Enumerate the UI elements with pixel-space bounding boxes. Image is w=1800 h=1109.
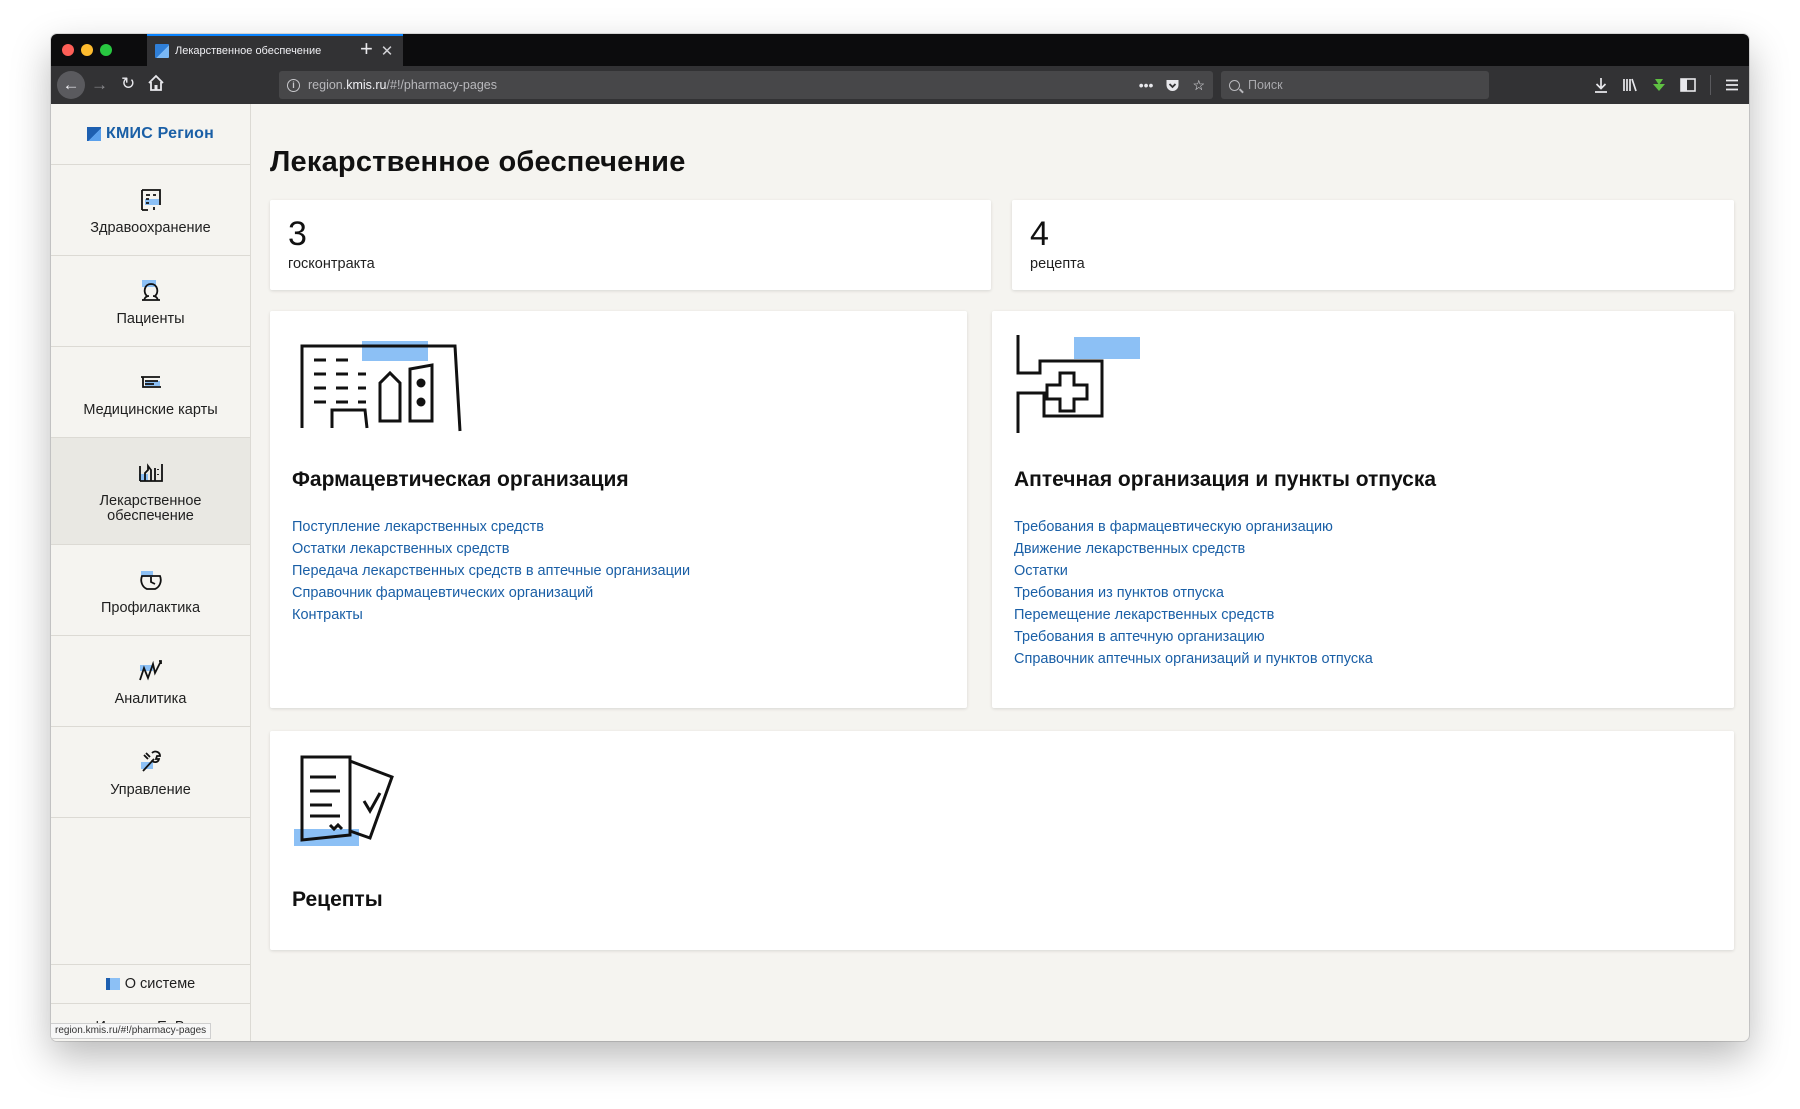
menu-icon[interactable] <box>1725 79 1739 91</box>
stat-card-contracts[interactable]: 3 госконтракта <box>270 200 991 290</box>
section-prescriptions[interactable]: Рецепты <box>270 731 1734 950</box>
management-icon <box>140 750 161 772</box>
browser-window: Лекарственное обеспечение ✕ + ← → ↻ i re… <box>51 34 1749 1041</box>
section-title: Фармацевтическая организация <box>292 468 629 491</box>
link-stock[interactable]: Остатки <box>1014 560 1712 582</box>
section-links: Поступление лекарственных средств Остатк… <box>292 516 945 626</box>
link-requests-to-pharmacy[interactable]: Требования в аптечную организацию <box>1014 626 1712 648</box>
sidebar-item-analytics[interactable]: Аналитика <box>51 636 250 727</box>
search-icon <box>1229 79 1240 91</box>
logo-mark-icon <box>87 127 102 141</box>
back-button[interactable]: ← <box>57 71 85 99</box>
section-title: Аптечная организация и пункты отпуска <box>1014 468 1437 491</box>
window-maximize-button[interactable] <box>100 44 112 56</box>
link-pharmacy-directory[interactable]: Справочник аптечных организаций и пункто… <box>1014 648 1712 670</box>
sidebar: КМИС Регион Здравоохранение Пациенты Мед… <box>51 104 251 1041</box>
link-drug-movement[interactable]: Движение лекарственных средств <box>1014 538 1712 560</box>
patients-icon <box>141 279 160 301</box>
section-pharma-org: Фармацевтическая организация Поступление… <box>270 311 967 708</box>
window-close-button[interactable] <box>62 44 74 56</box>
section-links: Требования в фармацевтическую организаци… <box>1014 516 1712 670</box>
site-info-icon[interactable]: i <box>287 78 300 92</box>
address-bar[interactable]: i region.kmis.ru/#!/pharmacy-pages ••• ☆ <box>279 71 1213 99</box>
search-bar[interactable]: Поиск <box>1221 71 1489 99</box>
stat-label: госконтракта <box>288 256 375 272</box>
pocket-icon[interactable] <box>1165 78 1180 93</box>
sidebar-item-medical-cards[interactable]: Медицинские карты <box>51 347 250 438</box>
tab-bar: Лекарственное обеспечение ✕ + <box>51 34 1749 66</box>
link-drug-transfer[interactable]: Передача лекарственных средств в аптечны… <box>292 560 945 582</box>
app-logo[interactable]: КМИС Регион <box>51 104 250 165</box>
link-requests-to-pharma[interactable]: Требования в фармацевтическую организаци… <box>1014 516 1712 538</box>
about-system-link[interactable]: О системе <box>51 964 250 1004</box>
prevention-icon <box>139 570 162 590</box>
sidebar-item-management[interactable]: Управление <box>51 727 250 818</box>
forward-button[interactable]: → <box>91 75 108 95</box>
prescriptions-icon <box>294 755 394 846</box>
healthcare-icon <box>140 188 161 211</box>
bookmark-star-icon[interactable]: ☆ <box>1192 77 1205 94</box>
toolbar-separator <box>1710 75 1711 95</box>
pharma-org-icon <box>300 341 462 432</box>
page-actions-icon[interactable]: ••• <box>1139 77 1154 93</box>
logo-text: КМИС Регион <box>106 125 214 142</box>
search-placeholder: Поиск <box>1248 78 1283 92</box>
stat-label: рецепта <box>1030 256 1085 272</box>
section-title: Рецепты <box>292 888 383 911</box>
pharmacy-icon <box>1016 335 1140 438</box>
stat-card-prescriptions[interactable]: 4 рецепта <box>1012 200 1734 290</box>
home-icon[interactable] <box>147 74 165 92</box>
link-pharma-directory[interactable]: Справочник фармацевтических организаций <box>292 582 945 604</box>
info-icon <box>105 978 120 990</box>
link-drug-relocation[interactable]: Перемещение лекарственных средств <box>1014 604 1712 626</box>
sidebar-item-healthcare[interactable]: Здравоохранение <box>51 165 250 256</box>
sidebar-item-prevention[interactable]: Профилактика <box>51 545 250 636</box>
sidebar-item-patients[interactable]: Пациенты <box>51 256 250 347</box>
sidebar-item-drug-supply[interactable]: Лекарственное обеспечение <box>51 438 250 545</box>
tab-close-icon[interactable]: ✕ <box>379 42 395 60</box>
main-content: Лекарственное обеспечение 3 госконтракта… <box>252 104 1749 1041</box>
favicon-icon <box>155 44 169 58</box>
about-label: О системе <box>124 976 196 992</box>
window-minimize-button[interactable] <box>81 44 93 56</box>
reload-button[interactable]: ↻ <box>121 74 135 94</box>
link-drug-receipt[interactable]: Поступление лекарственных средств <box>292 516 945 538</box>
page-title: Лекарственное обеспечение <box>270 146 686 178</box>
link-drug-stock[interactable]: Остатки лекарственных средств <box>292 538 945 560</box>
new-tab-button[interactable]: + <box>360 37 373 61</box>
library-icon[interactable] <box>1622 78 1638 92</box>
link-contracts[interactable]: Контракты <box>292 604 945 626</box>
analytics-icon <box>138 659 162 681</box>
link-requests-from-points[interactable]: Требования из пунктов отпуска <box>1014 582 1712 604</box>
tab-title: Лекарственное обеспечение <box>175 45 322 57</box>
extension-icon[interactable] <box>1652 78 1666 92</box>
downloads-icon[interactable] <box>1594 77 1608 93</box>
stat-value: 3 <box>288 215 307 253</box>
sidebar-toggle-icon[interactable] <box>1680 78 1696 92</box>
browser-toolbar: ← → ↻ i region.kmis.ru/#!/pharmacy-pages… <box>51 66 1749 104</box>
stat-value: 4 <box>1030 215 1049 253</box>
drug-supply-icon <box>138 463 163 482</box>
section-pharmacy: Аптечная организация и пункты отпуска Тр… <box>992 311 1734 708</box>
medical-cards-icon <box>140 375 161 388</box>
status-bar: region.kmis.ru/#!/pharmacy-pages <box>51 1023 212 1039</box>
url-text[interactable]: region.kmis.ru/#!/pharmacy-pages <box>308 78 1139 92</box>
